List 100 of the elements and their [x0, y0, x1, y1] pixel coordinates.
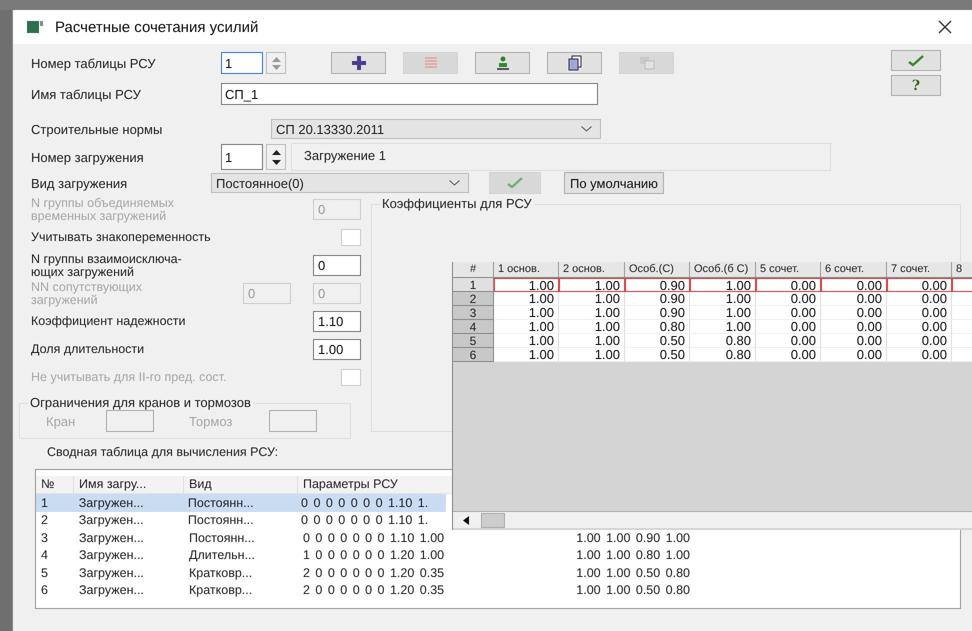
lines-icon	[424, 57, 436, 69]
table-cell: 0.00	[756, 348, 821, 362]
table-cell: 0.00	[821, 292, 887, 306]
table-cell: 1.00	[690, 320, 756, 334]
list-cell-text: Загружен...	[78, 530, 145, 545]
list-cell-text: 0 0 0 0 0 0 0 1.10 1.	[300, 513, 430, 528]
scroll-thumb[interactable]	[481, 512, 505, 528]
add-button[interactable]	[331, 52, 386, 74]
table-cell: 1.00	[494, 348, 559, 362]
table-cell	[952, 320, 972, 334]
column-header[interactable]: 1 основ.	[494, 262, 559, 277]
field-label: Строительные нормы	[31, 122, 164, 136]
column-header[interactable]: 8	[952, 262, 972, 277]
summary-row[interactable]: 3 Загружен... Постоянн... 0 0 0 0 0 0 0 1.10 1.00 1.00 1.00 0.90 1.00	[36, 529, 960, 546]
column-header[interactable]: Имя загру...	[74, 476, 184, 493]
list-cell-text: 2 0 0 0 0 0 0 1.20 0.35	[302, 583, 446, 598]
table-cell: 0.00	[756, 306, 821, 320]
list-cell-text: 4	[40, 548, 49, 562]
list-cell-text: 2 0 0 0 0 0 0 1.20 0.35	[302, 566, 446, 580]
table-cell: 0.80	[625, 320, 690, 334]
field-label: Имя таблицы РСУ	[31, 86, 142, 102]
check-icon	[908, 54, 924, 66]
table-cell: 0.00	[887, 278, 952, 292]
column-header[interactable]: 7 сочет.	[887, 262, 952, 277]
list-cell-text: Постоянн...	[186, 513, 255, 528]
list-cell-text: 1.00 1.00 0.80 1.00	[575, 548, 690, 562]
up-arrow-icon	[272, 56, 280, 62]
chevron-down-icon	[581, 126, 592, 132]
crane-field[interactable]	[106, 410, 154, 432]
table-cell: 0.00	[821, 334, 887, 348]
row-header[interactable]: 6	[453, 348, 494, 362]
table-cell: 1.00	[559, 292, 625, 306]
summary-row[interactable]: 5 Загружен... Кратковр... 2 0 0 0 0 0 0 1.20 0.35 1.00 1.00 0.50 0.80	[36, 564, 960, 582]
column-header[interactable]: Особ.(б С)	[690, 262, 756, 277]
field-label: NN сопутствующих загружений	[31, 280, 142, 306]
horizontal-scrollbar[interactable]	[453, 511, 972, 528]
column-header[interactable]: №	[36, 476, 74, 493]
brake-field[interactable]	[269, 410, 317, 432]
table-number-field[interactable]: 1	[221, 52, 263, 74]
table-cell: 0.00	[756, 320, 821, 334]
load-number-field[interactable]: 1	[221, 144, 263, 170]
table-cell: 1.00	[559, 334, 625, 348]
row-header[interactable]: 3	[453, 306, 494, 320]
down-arrow-icon	[272, 64, 280, 70]
list-cell-text: Загружен...	[78, 496, 145, 510]
value-field[interactable]: 1.00	[313, 339, 361, 360]
column-header[interactable]: 5 сочет.	[756, 262, 821, 277]
default-button[interactable]: По умолчанию	[564, 172, 664, 194]
row-header[interactable]: 5	[453, 334, 494, 348]
summary-title: Сводная таблица для вычисления РСУ:	[47, 445, 280, 459]
help-button[interactable]: ?	[891, 75, 941, 96]
field-label: N группы объединяемых временных загружений	[31, 196, 174, 222]
summary-row[interactable]: 6 Загружен... Кратковр... 2 0 0 0 0 0 0 1.20 0.35 1.00 1.00 0.50 0.80	[36, 582, 960, 599]
load-type-dropdown[interactable]: Постоянное(0)	[211, 173, 469, 193]
down-arrow-icon	[272, 160, 280, 164]
table-cell: 1.00	[494, 334, 559, 348]
table-cell: 0.90	[625, 306, 690, 320]
norms-dropdown[interactable]: СП 20.13330.2011	[271, 119, 601, 139]
summary-row[interactable]: 4 Загружен... Длительн... 1 0 0 0 0 0 0 1.20 1.00 1.00 1.00 0.80 1.00	[36, 546, 960, 564]
list-cell-text: 2	[40, 513, 49, 528]
column-header[interactable]: Вид	[184, 476, 298, 493]
copy-button[interactable]	[547, 52, 602, 74]
summary-row[interactable]: 1 Загружен... Постоянн... 0 0 0 0 0 0 0 1.10 1.	[36, 494, 446, 512]
row-header[interactable]: 4	[453, 320, 494, 334]
column-header[interactable]: Особ.(С)	[625, 262, 690, 277]
window-icon	[27, 21, 43, 33]
load-name-panel: Загружение 1	[291, 143, 831, 171]
table-cell: 0.00	[821, 348, 887, 362]
list-cell-text: Загружен...	[78, 566, 145, 580]
table-name-field[interactable]: СП_1	[221, 83, 598, 105]
table-cell: 1.00	[494, 320, 559, 334]
field-label: N группы взаимоисключа- ющих загружений	[31, 252, 182, 278]
summary-row[interactable]: 2 Загружен... Постоянн... 0 0 0 0 0 0 0 1.10 1.	[36, 512, 446, 529]
row-header[interactable]: 2	[453, 292, 494, 306]
close-icon[interactable]	[938, 20, 952, 34]
left-arrow-icon	[463, 516, 469, 524]
table-cell	[952, 278, 972, 292]
value-field[interactable]: 0	[313, 255, 361, 276]
window-title: Расчетные сочетания усилий	[55, 18, 260, 36]
column-header[interactable]: 2 основ.	[559, 262, 625, 277]
checkbox[interactable]	[341, 229, 361, 246]
up-arrow-icon	[272, 150, 280, 154]
value-field[interactable]: 1.10	[313, 311, 361, 332]
table-cell: 0.00	[756, 278, 821, 292]
figure-button[interactable]	[475, 52, 530, 74]
row-header[interactable]: 1	[453, 278, 494, 292]
table-cell: 1.00	[494, 306, 559, 320]
table-cell: 0.00	[821, 278, 887, 292]
field-label: Доля длительности	[31, 343, 144, 356]
spin-button[interactable]	[266, 144, 286, 170]
ok-button[interactable]	[891, 50, 941, 71]
table-cell: 1.00	[494, 292, 559, 306]
list-cell-text: 6	[40, 583, 49, 598]
table-cell: 1.00	[690, 306, 756, 320]
column-header[interactable]: 6 сочет.	[821, 262, 887, 277]
list-cell-text: Постоянн...	[186, 496, 255, 510]
column-header[interactable]: #	[453, 262, 494, 277]
column-header[interactable]: Параметры РСУ	[298, 476, 448, 493]
list-cell-text: 1	[40, 496, 49, 510]
list-cell-text: 0 0 0 0 0 0 0 1.10 1.00	[302, 530, 446, 545]
